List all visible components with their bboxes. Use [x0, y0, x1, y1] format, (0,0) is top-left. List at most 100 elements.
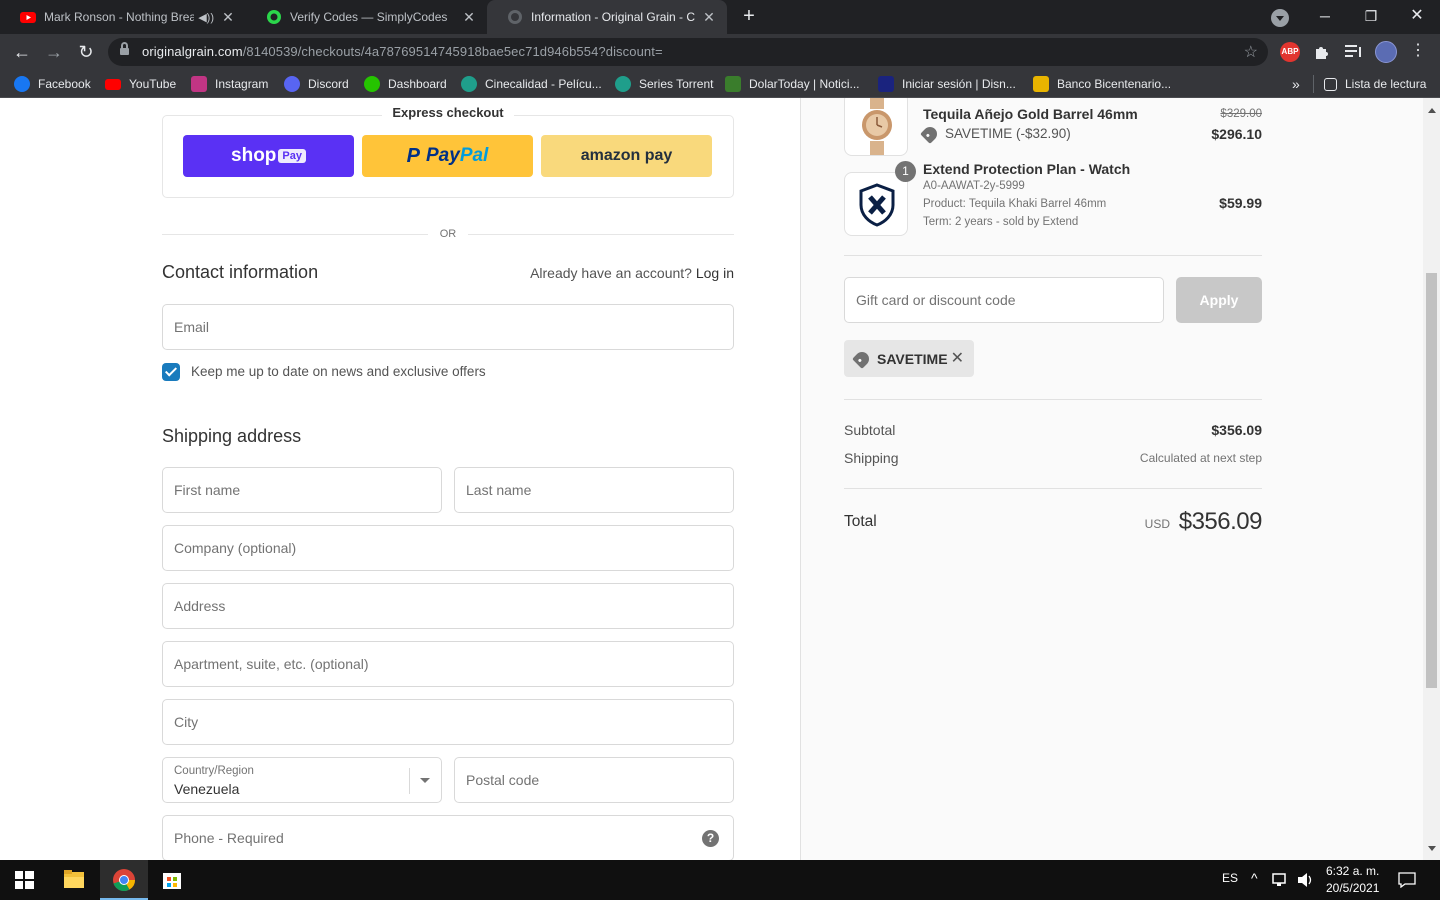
last-name-field[interactable] — [454, 467, 734, 513]
scroll-up-arrow-icon[interactable] — [1428, 108, 1436, 113]
product-price: $296.10 — [1211, 126, 1262, 142]
discount-code-input[interactable] — [845, 278, 1163, 322]
discount-code-field[interactable] — [844, 277, 1164, 323]
adblock-plus-icon[interactable]: ABP — [1280, 42, 1300, 62]
bookmark-series-torrent[interactable]: Series Torrent — [615, 75, 713, 93]
bookmark-cinecalidad[interactable]: Cinecalidad - Pelícu... — [461, 75, 602, 93]
apply-discount-button[interactable]: Apply — [1176, 277, 1262, 323]
close-window-button[interactable]: ✕ — [1394, 0, 1440, 34]
paypal-button[interactable]: P Pay Pal — [362, 135, 533, 177]
url-text[interactable]: originalgrain.com/8140539/checkouts/4a78… — [142, 44, 663, 59]
file-explorer-button[interactable] — [50, 860, 98, 900]
page-scrollbar[interactable] — [1423, 98, 1440, 860]
product-price: $59.99 — [1219, 195, 1262, 211]
extensions-puzzle-icon[interactable] — [1313, 43, 1331, 61]
store-button[interactable] — [148, 860, 196, 900]
remove-discount-icon[interactable]: ✕ — [951, 348, 964, 368]
network-icon[interactable] — [1272, 873, 1290, 887]
amazon-pay-button[interactable]: amazon pay — [541, 135, 712, 177]
address-field[interactable] — [162, 583, 734, 629]
help-question-icon[interactable]: ? — [702, 830, 719, 847]
company-field[interactable] — [162, 525, 734, 571]
summary-divider — [844, 255, 1262, 256]
select-separator — [409, 768, 410, 794]
country-value: Venezuela — [174, 781, 240, 797]
tab-strip: Mark Ronson - Nothing Brea ◀)) ✕ Verify … — [0, 0, 1440, 34]
subtotal-value: $356.09 — [1211, 422, 1262, 438]
chrome-menu-icon[interactable]: ⋮ — [1410, 40, 1426, 60]
lock-icon[interactable] — [120, 42, 129, 57]
tab-original-grain[interactable]: Information - Original Grain - Ch ✕ — [487, 0, 727, 34]
speaker-icon[interactable]: ◀)) — [198, 11, 214, 24]
bookmark-label: Iniciar sesión | Disn... — [902, 77, 1016, 91]
profile-avatar[interactable] — [1375, 41, 1397, 63]
discord-icon — [284, 76, 300, 92]
shop-pay-button[interactable]: shop Pay — [183, 135, 354, 177]
newsletter-checkbox[interactable] — [162, 363, 180, 381]
bookmark-star-icon[interactable]: ☆ — [1244, 42, 1258, 62]
dolartoday-icon — [725, 76, 741, 92]
close-tab-icon[interactable]: ✕ — [220, 9, 236, 26]
new-tab-button[interactable]: + — [737, 5, 761, 29]
bookmark-youtube[interactable]: YouTube — [105, 75, 176, 93]
product-term: Term: 2 years - sold by Extend — [923, 216, 1079, 228]
phone-input[interactable] — [163, 816, 733, 860]
postal-code-field[interactable] — [454, 757, 734, 803]
tab-search-icon[interactable] — [1271, 9, 1289, 27]
paypal-logo-icon: P — [406, 144, 420, 167]
email-input[interactable] — [163, 305, 733, 349]
reload-button[interactable]: ↻ — [72, 38, 100, 66]
bookmark-disney[interactable]: Iniciar sesión | Disn... — [878, 75, 1016, 93]
address-input[interactable] — [163, 584, 733, 628]
bookmark-banco-bicentenario[interactable]: Banco Bicentenario... — [1033, 75, 1171, 93]
first-name-input[interactable] — [163, 468, 441, 512]
address-bar[interactable]: originalgrain.com/8140539/checkouts/4a78… — [108, 38, 1268, 66]
login-link[interactable]: Log in — [696, 265, 734, 281]
back-button[interactable]: ← — [8, 38, 36, 66]
bookmark-facebook[interactable]: Facebook — [14, 75, 91, 93]
restore-button[interactable]: ❐ — [1348, 0, 1394, 34]
youtube-icon — [105, 78, 121, 90]
reading-list-button[interactable]: Lista de lectura — [1313, 75, 1426, 93]
scroll-down-arrow-icon[interactable] — [1428, 846, 1436, 851]
chevron-down-icon[interactable] — [420, 778, 430, 783]
shipping-address-title: Shipping address — [162, 426, 302, 446]
bookmark-instagram[interactable]: Instagram — [191, 75, 268, 93]
city-input[interactable] — [163, 700, 733, 744]
apartment-field[interactable] — [162, 641, 734, 687]
postal-code-input[interactable] — [455, 758, 733, 802]
minimize-button[interactable]: ─ — [1302, 0, 1348, 34]
windows-taskbar: ES ^ 6:32 a. m. 20/5/2021 — [0, 860, 1440, 900]
forward-button[interactable]: → — [40, 38, 68, 66]
language-indicator[interactable]: ES — [1222, 871, 1238, 885]
browser-toolbar: ← → ↻ originalgrain.com/8140539/checkout… — [0, 34, 1440, 70]
windows-start-button[interactable] — [0, 860, 48, 900]
bookmark-dashboard[interactable]: Dashboard — [364, 75, 447, 93]
tab-youtube[interactable]: Mark Ronson - Nothing Brea ◀)) ✕ — [0, 0, 246, 34]
company-input[interactable] — [163, 526, 733, 570]
tab-simplycodes[interactable]: Verify Codes — SimplyCodes ✕ — [246, 0, 487, 34]
close-tab-icon[interactable]: ✕ — [701, 9, 717, 26]
email-field[interactable] — [162, 304, 734, 350]
close-tab-icon[interactable]: ✕ — [461, 9, 477, 26]
more-bookmarks-chevron-icon[interactable]: » — [1292, 75, 1300, 93]
scrollbar-thumb[interactable] — [1426, 273, 1437, 688]
country-select[interactable]: Country/Region Venezuela — [162, 757, 442, 803]
bookmark-dolartoday[interactable]: DolarToday | Notici... — [725, 75, 860, 93]
last-name-input[interactable] — [455, 468, 733, 512]
volume-icon[interactable] — [1297, 872, 1315, 888]
bookmark-discord[interactable]: Discord — [284, 75, 349, 93]
clock-time[interactable]: 6:32 a. m. — [1326, 864, 1379, 878]
notifications-icon[interactable] — [1398, 872, 1416, 888]
phone-field[interactable]: ? — [162, 815, 734, 860]
city-field[interactable] — [162, 699, 734, 745]
extend-shield-icon — [859, 183, 895, 227]
show-hidden-icons-chevron-icon[interactable]: ^ — [1251, 870, 1258, 886]
first-name-field[interactable] — [162, 467, 442, 513]
media-controls-icon[interactable] — [1345, 44, 1363, 60]
clock-date[interactable]: 20/5/2021 — [1326, 881, 1379, 895]
simplycodes-icon — [267, 10, 281, 24]
apartment-input[interactable] — [163, 642, 733, 686]
applied-code-text: SAVETIME — [877, 350, 948, 367]
chrome-taskbar-button[interactable] — [100, 860, 148, 900]
